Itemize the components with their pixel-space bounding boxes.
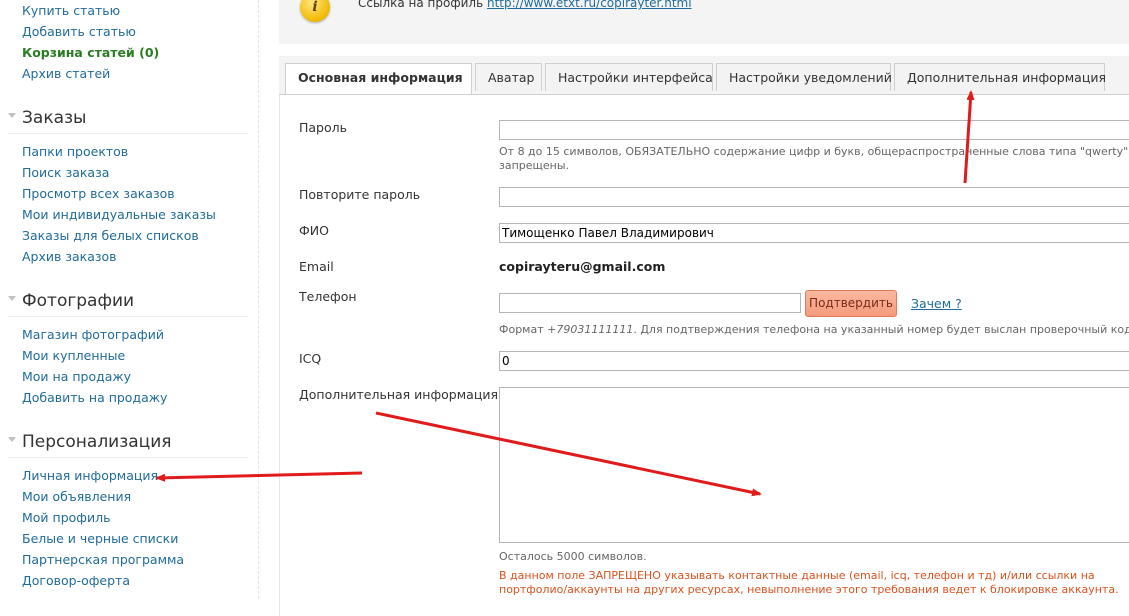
sidebar-section-title: Персонализация [22, 432, 172, 452]
tab-notification-settings[interactable]: Настройки уведомлений [716, 63, 892, 91]
phone-field[interactable] [499, 293, 801, 313]
password-field[interactable] [499, 120, 1129, 140]
triangle-down-icon [8, 296, 16, 301]
phone-hint-rest: . Для подтверждения телефона на указанны… [633, 323, 1129, 336]
confirm-phone-button[interactable]: Подтвердить [805, 290, 897, 317]
sidebar-item-my-for-sale[interactable]: Мои на продажу [22, 369, 131, 384]
sidebar-item-individual-orders[interactable]: Мои индивидуальные заказы [22, 207, 216, 222]
profile-link[interactable]: http://www.etxt.ru/copirayter.html [487, 0, 692, 10]
extra-info-label: Дополнительная информация [299, 387, 498, 402]
sidebar: Купить статью Добавить статью Корзина ст… [0, 0, 259, 599]
tab-main-info[interactable]: Основная информация [285, 63, 472, 94]
phone-hint: Формат +79031111111. Для подтверждения т… [499, 323, 1129, 337]
chars-remaining: Осталось 5000 символов. [499, 550, 647, 563]
divider [8, 133, 248, 134]
icq-label: ICQ [299, 351, 322, 366]
sidebar-item-add-for-sale[interactable]: Добавить на продажу [22, 390, 167, 405]
sidebar-section-title: Фотографии [22, 291, 135, 311]
tab-interface-settings[interactable]: Настройки интерфейса [545, 63, 713, 91]
profile-link-label: Ссылка на профиль [358, 0, 484, 10]
sidebar-item-my-profile[interactable]: Мой профиль [22, 510, 110, 525]
why-link[interactable]: Зачем ? [911, 296, 962, 311]
email-label: Email [299, 259, 334, 274]
triangle-down-icon [8, 437, 16, 442]
sidebar-item-orders-archive[interactable]: Архив заказов [22, 249, 117, 264]
sidebar-item-search-order[interactable]: Поиск заказа [22, 165, 109, 180]
extra-info-warning: В данном поле ЗАПРЕЩЕНО указывать контак… [499, 569, 1095, 582]
phone-label: Телефон [299, 289, 357, 304]
email-value: copirayteru@gmail.com [499, 259, 666, 274]
extra-info-textarea[interactable] [499, 387, 1129, 543]
tab-additional-info[interactable]: Дополнительная информация [894, 63, 1106, 91]
divider [8, 316, 248, 317]
sidebar-item-my-purchased[interactable]: Мои купленные [22, 348, 125, 363]
icq-field[interactable] [499, 351, 1129, 371]
sidebar-item-whitelist-orders[interactable]: Заказы для белых списков [22, 228, 199, 243]
sidebar-item-all-orders[interactable]: Просмотр всех заказов [22, 186, 175, 201]
profile-link-row: Ссылка на профиль http://www.etxt.ru/cop… [358, 0, 692, 10]
sidebar-item-personal-info[interactable]: Личная информация [22, 468, 158, 483]
sidebar-item-my-ads[interactable]: Мои объявления [22, 489, 131, 504]
divider [8, 457, 248, 458]
sidebar-section-personal[interactable]: Персонализация [8, 432, 172, 452]
password-hint-cont: запрещены. [499, 159, 570, 172]
sidebar-item-add-article[interactable]: Добавить статью [22, 24, 136, 39]
sidebar-section-title: Заказы [22, 108, 87, 128]
phone-hint-format: +79031111111 [547, 323, 634, 336]
phone-hint-prefix: Формат [499, 323, 548, 336]
tab-avatar[interactable]: Аватар [475, 63, 542, 91]
password-repeat-label: Повторите пароль [299, 187, 421, 202]
sidebar-item-offer-contract[interactable]: Договор-оферта [22, 573, 130, 588]
sidebar-item-cart[interactable]: Корзина статей (0) [22, 45, 159, 60]
triangle-down-icon [8, 113, 16, 118]
sidebar-item-articles-archive[interactable]: Архив статей [22, 66, 110, 81]
sidebar-section-photos[interactable]: Фотографии [8, 291, 134, 311]
fio-field[interactable] [499, 223, 1129, 243]
sidebar-item-partner-program[interactable]: Партнерская программа [22, 552, 184, 567]
sidebar-item-white-black-lists[interactable]: Белые и черные списки [22, 531, 178, 546]
password-hint: От 8 до 15 символов, ОБЯЗАТЕЛЬНО содержа… [499, 145, 1129, 158]
fio-label: ФИО [299, 223, 329, 238]
sidebar-item-buy-article[interactable]: Купить статью [22, 3, 120, 18]
password-label: Пароль [299, 120, 347, 135]
sidebar-section-orders[interactable]: Заказы [8, 108, 86, 128]
password-repeat-field[interactable] [499, 187, 1129, 207]
extra-info-warning-cont: портфолио/аккаунты на других ресурсах, н… [499, 583, 1119, 596]
sidebar-item-project-folders[interactable]: Папки проектов [22, 144, 128, 159]
sidebar-item-photo-shop[interactable]: Магазин фотографий [22, 327, 164, 342]
